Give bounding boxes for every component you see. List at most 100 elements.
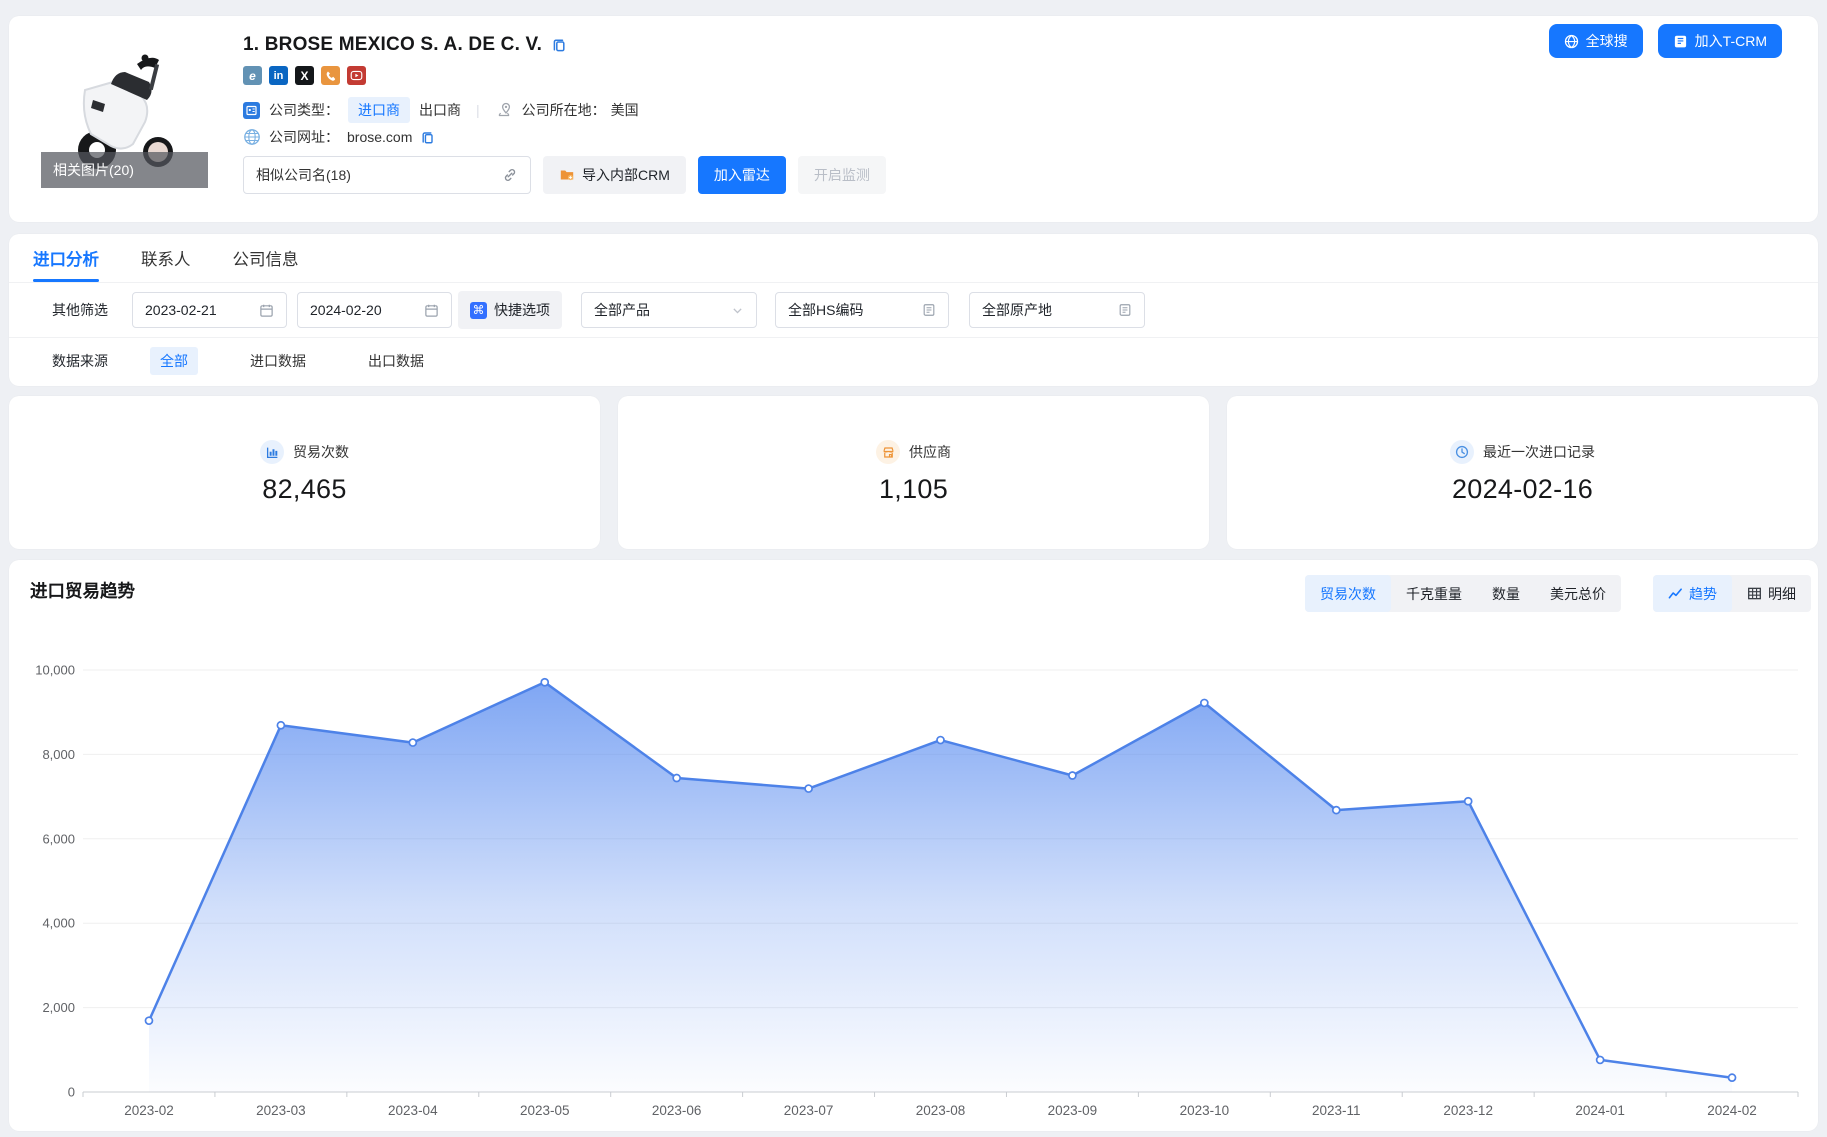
svg-text:2024-01: 2024-01 xyxy=(1575,1103,1625,1118)
other-filters-label: 其他筛选 xyxy=(52,300,108,320)
import-crm-button[interactable]: 导入内部CRM xyxy=(543,156,686,194)
related-images-count[interactable]: 相关图片(20) xyxy=(41,152,208,188)
svg-text:2023-05: 2023-05 xyxy=(520,1103,570,1118)
stat-head: 供应商 xyxy=(876,440,951,464)
hs-code-select[interactable]: 全部HS编码 xyxy=(775,292,949,328)
chart-title: 进口贸易趋势 xyxy=(30,578,135,603)
tab-bar: 进口分析 联系人 公司信息 xyxy=(33,234,299,282)
date-from-input[interactable]: 2023-02-21 xyxy=(132,292,287,328)
import-trend-card: 进口贸易趋势 贸易次数 千克重量 数量 美元总价 趋势 明细 xyxy=(9,560,1818,1131)
join-tcrm-button[interactable]: 加入T-CRM xyxy=(1658,24,1782,58)
hs-code-value: 全部HS编码 xyxy=(788,300,863,320)
stat-value: 82,465 xyxy=(262,474,346,505)
list-icon xyxy=(1118,303,1132,317)
date-to-input[interactable]: 2024-02-20 xyxy=(297,292,452,328)
metric-weight-button[interactable]: 千克重量 xyxy=(1391,575,1477,612)
location-pin-icon xyxy=(495,101,513,119)
metric-trades-button[interactable]: 贸易次数 xyxy=(1305,575,1391,612)
svg-text:4,000: 4,000 xyxy=(42,916,75,931)
stat-value: 2024-02-16 xyxy=(1452,474,1593,505)
trend-area-chart: 02,0004,0006,0008,00010,0002023-022023-0… xyxy=(9,620,1818,1131)
quick-options-label: 快捷选项 xyxy=(494,300,550,320)
company-type-label: 公司类型： xyxy=(269,100,339,120)
calendar-icon xyxy=(424,303,439,318)
table-icon xyxy=(1747,586,1762,601)
source-import-data[interactable]: 进口数据 xyxy=(240,347,316,375)
import-crm-label: 导入内部CRM xyxy=(582,165,670,185)
join-radar-button[interactable]: 加入雷达 xyxy=(698,156,786,194)
store-icon xyxy=(876,440,900,464)
metric-usd-button[interactable]: 美元总价 xyxy=(1535,575,1621,612)
global-search-label: 全球搜 xyxy=(1586,31,1628,51)
phone-icon[interactable] xyxy=(321,66,340,85)
divider: | xyxy=(476,102,480,118)
related-image[interactable]: 相关图片(20) xyxy=(41,34,208,188)
stat-card-last-import: 最近一次进口记录 2024-02-16 xyxy=(1227,396,1818,549)
similar-companies-label: 相似公司名(18) xyxy=(256,165,351,185)
metric-quantity-button[interactable]: 数量 xyxy=(1477,575,1535,612)
location-value: 美国 xyxy=(611,100,639,120)
page: 相关图片(20) 1. BROSE MEXICO S. A. DE C. V. … xyxy=(0,0,1827,1137)
analysis-card: 进口分析 联系人 公司信息 其他筛选 2023-02-21 2024-02-20 xyxy=(9,234,1818,386)
copy-icon[interactable] xyxy=(551,37,567,53)
line-chart-icon xyxy=(1668,586,1683,601)
globe-icon xyxy=(243,128,261,146)
svg-text:2,000: 2,000 xyxy=(42,1000,75,1015)
origin-select[interactable]: 全部原产地 xyxy=(969,292,1145,328)
website-value[interactable]: brose.com xyxy=(347,129,412,145)
svg-text:10,000: 10,000 xyxy=(35,663,75,678)
tab-company-info[interactable]: 公司信息 xyxy=(233,234,299,282)
join-radar-label: 加入雷达 xyxy=(714,165,770,185)
origin-value: 全部原产地 xyxy=(982,300,1052,320)
svg-text:2023-12: 2023-12 xyxy=(1443,1103,1493,1118)
stat-label: 贸易次数 xyxy=(293,442,349,462)
filter-row: 其他筛选 2023-02-21 2024-02-20 ⌘ 快捷选项 xyxy=(52,291,1145,329)
global-search-button[interactable]: 全球搜 xyxy=(1549,24,1643,58)
stat-card-suppliers: 供应商 1,105 xyxy=(618,396,1209,549)
svg-text:2023-06: 2023-06 xyxy=(652,1103,702,1118)
source-all[interactable]: 全部 xyxy=(150,347,198,375)
link-icon xyxy=(502,167,518,183)
view-trend-button[interactable]: 趋势 xyxy=(1653,575,1732,612)
crm-book-icon xyxy=(1673,34,1688,49)
svg-text:8,000: 8,000 xyxy=(42,747,75,762)
data-source-label: 数据来源 xyxy=(52,351,108,371)
start-monitor-button[interactable]: 开启监测 xyxy=(798,156,886,194)
svg-text:2024-02: 2024-02 xyxy=(1707,1103,1757,1118)
tab-contacts[interactable]: 联系人 xyxy=(141,234,191,282)
view-detail-label: 明细 xyxy=(1768,584,1796,604)
svg-text:0: 0 xyxy=(68,1085,75,1100)
browser-icon[interactable]: e xyxy=(243,66,262,85)
website-label: 公司网址： xyxy=(269,127,339,147)
command-icon: ⌘ xyxy=(470,302,487,319)
header-actions: 相似公司名(18) 导入内部CRM 加入雷达 开启监测 xyxy=(243,156,886,194)
company-meta-row: 公司类型： 进口商 出口商 | 公司所在地： 美国 xyxy=(243,97,639,123)
stat-value: 1,105 xyxy=(879,474,948,505)
company-website-row: 公司网址： brose.com xyxy=(243,127,435,147)
product-select[interactable]: 全部产品 xyxy=(581,292,757,328)
company-title-row: 1. BROSE MEXICO S. A. DE C. V. xyxy=(243,34,567,56)
stat-head: 贸易次数 xyxy=(260,440,349,464)
company-header-card: 相关图片(20) 1. BROSE MEXICO S. A. DE C. V. … xyxy=(9,16,1818,222)
svg-text:2023-10: 2023-10 xyxy=(1180,1103,1230,1118)
exporter-badge[interactable]: 出口商 xyxy=(419,100,461,120)
view-detail-button[interactable]: 明细 xyxy=(1732,575,1811,612)
view-trend-label: 趋势 xyxy=(1689,584,1717,604)
importer-badge[interactable]: 进口商 xyxy=(348,97,410,123)
quick-options-button[interactable]: ⌘ 快捷选项 xyxy=(458,291,562,329)
clock-icon xyxy=(1450,440,1474,464)
divider-line xyxy=(9,337,1818,338)
linkedin-icon[interactable]: in xyxy=(269,66,288,85)
company-name: 1. BROSE MEXICO S. A. DE C. V. xyxy=(243,34,542,56)
svg-text:2023-11: 2023-11 xyxy=(1312,1103,1361,1118)
copy-icon[interactable] xyxy=(420,130,435,145)
view-toggle-group: 趋势 明细 xyxy=(1653,575,1811,612)
source-export-data[interactable]: 出口数据 xyxy=(358,347,434,375)
similar-companies-button[interactable]: 相似公司名(18) xyxy=(243,156,531,194)
x-twitter-icon[interactable]: X xyxy=(295,66,314,85)
start-monitor-label: 开启监测 xyxy=(814,165,870,185)
date-to-value: 2024-02-20 xyxy=(310,302,382,318)
youtube-icon[interactable] xyxy=(347,66,366,85)
location-label: 公司所在地： xyxy=(522,100,606,120)
tab-import-analysis[interactable]: 进口分析 xyxy=(33,234,99,282)
